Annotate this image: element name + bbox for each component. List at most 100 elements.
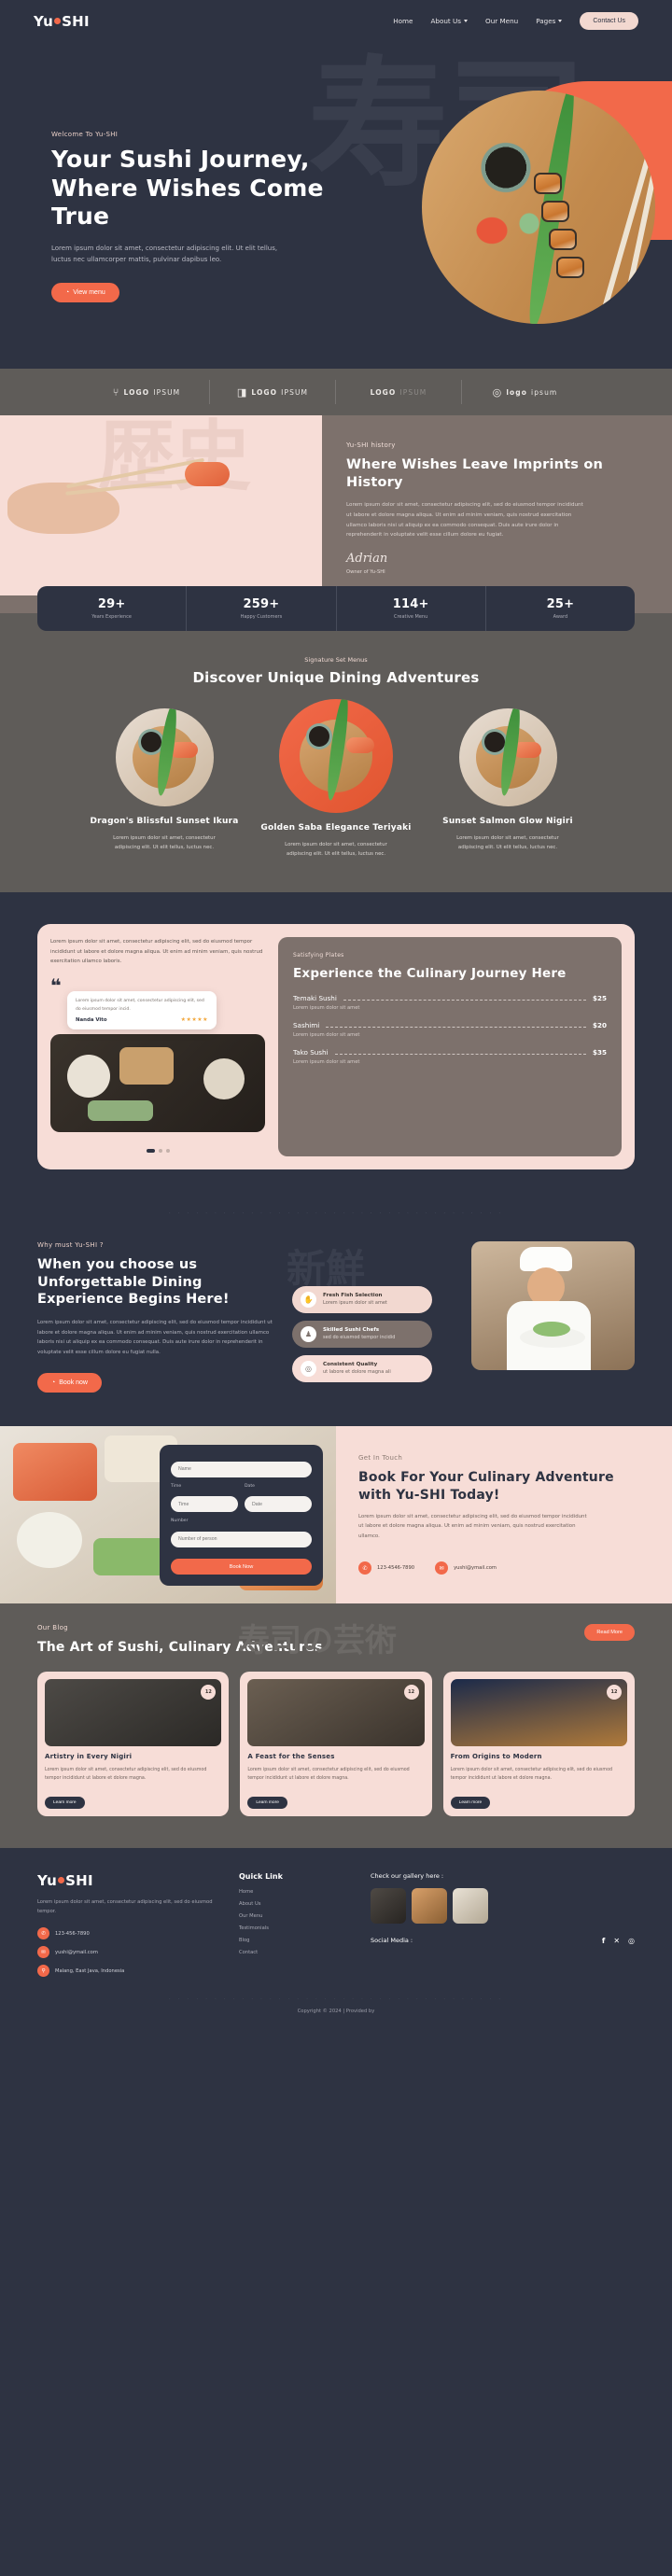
logo-text-pre: Yu [34, 12, 54, 30]
read-more-button[interactable]: Read More [584, 1624, 635, 1642]
social-heading: Social Media : [371, 1937, 413, 1945]
sushi-roll [549, 229, 577, 250]
blog-card-image: 12 [247, 1678, 425, 1746]
history-paragraph: Lorem ipsum dolor sit amet, consectetur … [346, 501, 583, 539]
date-input[interactable] [245, 1496, 312, 1513]
blog-card[interactable]: 12 A Feast for the Senses Lorem ipsum do… [240, 1671, 432, 1816]
footer-logo[interactable]: Yu SHI [37, 1872, 215, 1889]
experience-card: Lorem ipsum dolor sit amet, consectetur … [37, 924, 635, 1169]
hero-sushi-platter-image [422, 91, 655, 324]
partner-logo: ◎ logo ipsum [462, 380, 588, 404]
date-label: Date [245, 1483, 255, 1489]
footer-link-contact[interactable]: Contact [239, 1950, 346, 1955]
email-contact[interactable]: ✉ yushi@ymail.com [435, 1561, 497, 1575]
stat-item: 25+ Award [486, 586, 635, 631]
bowl-shape [17, 1512, 82, 1569]
instagram-icon[interactable]: ◎ [628, 1937, 635, 1945]
nav-item-menu[interactable]: Our Menu [485, 17, 518, 25]
footer-phone[interactable]: ✆ 123-456-7890 [37, 1927, 215, 1940]
carousel-dots[interactable] [50, 1139, 265, 1156]
price-row: Tako Sushi $35 Lorem ipsum dolor sit amet [293, 1048, 607, 1065]
carousel-dot[interactable] [158, 1148, 162, 1153]
feature-pill: ♟ Skilled Sushi Chefs sed do eiusmod temp… [292, 1320, 432, 1348]
footer-email[interactable]: ✉ yushi@ymail.com [37, 1946, 215, 1959]
number-of-person-input[interactable] [171, 1531, 312, 1547]
dotted-leader [334, 1053, 586, 1055]
play-icon: ◔ [65, 289, 70, 297]
partner-logo: ◨ LOGO IPSUM [210, 380, 336, 404]
contact-us-button[interactable]: Contact Us [580, 12, 638, 30]
menu-card-image [458, 708, 557, 806]
menu-title: Discover Unique Dining Adventures [192, 669, 480, 686]
phone-contact[interactable]: ✆ 123-4546-7890 [358, 1561, 414, 1575]
nav-item-about[interactable]: About Us [430, 17, 469, 25]
dotted-leader [343, 999, 586, 1001]
menu-card[interactable]: Dragon's Blissful Sunset Ikura Lorem ips… [85, 708, 244, 859]
booking-eyebrow: Get In Touch [358, 1454, 403, 1463]
footer-link-about[interactable]: About Us [239, 1901, 346, 1907]
why-choose-us-section: Why must Yu-SHI ? When you choose us Unf… [0, 1225, 672, 1427]
hero-title: Your Sushi Journey, Where Wishes Come Tr… [51, 146, 324, 230]
book-now-submit-button[interactable]: Book Now [171, 1559, 312, 1575]
menu-card[interactable]: Sunset Salmon Glow Nigiri Lorem ipsum do… [428, 708, 587, 859]
learn-more-button[interactable]: Learn more [45, 1796, 85, 1809]
dotted-leader [326, 1026, 586, 1028]
logo-text-pre: Yu [37, 1871, 58, 1889]
site-logo[interactable]: Yu SHI [34, 13, 90, 30]
greens-shape [93, 1538, 168, 1576]
nav-item-home[interactable]: Home [393, 17, 413, 25]
blog-card-title: Artistry in Every Nigiri [45, 1752, 133, 1760]
stat-number: 29+ [97, 597, 126, 611]
book-now-button[interactable]: ◔ Book now [37, 1373, 102, 1393]
blog-card[interactable]: 12 Artistry in Every Nigiri Lorem ipsum … [37, 1671, 230, 1816]
stat-label: Award [553, 614, 568, 620]
learn-more-button[interactable]: Learn more [247, 1796, 287, 1809]
footer-link-menu[interactable]: Our Menu [239, 1913, 346, 1919]
twitter-x-icon[interactable]: ✕ [613, 1937, 620, 1945]
why-visual: 新鮮 ✋ Fresh Fish Selection Lorem ipsum dol… [287, 1240, 635, 1393]
menu-card-title: Sunset Salmon Glow Nigiri [442, 817, 573, 826]
greens-shape [533, 1321, 570, 1337]
feature-sub: sed do eiusmod tempor incidid [323, 1335, 396, 1341]
view-menu-button[interactable]: ◔ View menu [51, 283, 119, 303]
logo-text-post: SHI [62, 12, 90, 30]
name-input[interactable] [171, 1461, 312, 1477]
menu-card-title: Dragon's Blissful Sunset Ikura [90, 817, 239, 826]
stat-item: 114+ Creative Menu [337, 586, 486, 631]
blog-card-text: Lorem ipsum dolor sit amet, consectetur … [45, 1767, 207, 1781]
stat-label: Years Experience [91, 614, 132, 620]
site-footer: Yu SHI Lorem ipsum dolor sit amet, consec… [0, 1847, 672, 1984]
carousel-dot[interactable] [165, 1148, 170, 1153]
location-pin-icon: ⚲ [37, 1965, 49, 1978]
mail-icon: ✉ [37, 1946, 49, 1959]
footer-link-home[interactable]: Home [239, 1889, 346, 1895]
phone-icon: ✆ [37, 1927, 49, 1940]
gallery-thumb[interactable] [371, 1887, 406, 1924]
footer-address[interactable]: ⚲ Malang, East Java, Indonesia [37, 1965, 215, 1978]
owner-signature: Adrian Owner of Yu-SHI [346, 552, 650, 575]
partner-logo: LOGO IPSUM [336, 380, 462, 404]
blog-card-image: 12 [450, 1678, 627, 1746]
menu-card[interactable]: Golden Saba Elegance Teriyaki Lorem ipsu… [257, 699, 415, 859]
footer-email-text: yushi@ymail.com [55, 1949, 98, 1955]
sushi-shape [13, 1443, 97, 1502]
learn-more-button[interactable]: Learn more [450, 1796, 491, 1809]
facebook-icon[interactable]: f [602, 1937, 605, 1945]
blog-card[interactable]: 12 From Origins to Modern Lorem ipsum do… [442, 1671, 635, 1816]
time-input[interactable] [171, 1496, 238, 1513]
footer-gallery-column: Check our gallery here : Social Media : … [371, 1872, 635, 1983]
footer-link-blog[interactable]: Blog [239, 1938, 346, 1943]
footer-link-testimonials[interactable]: Testimonials [239, 1925, 346, 1931]
carousel-dot-active[interactable] [146, 1148, 155, 1153]
date-badge: 12 [201, 1684, 217, 1700]
feature-pill: ✋ Fresh Fish Selection Lorem ipsum dolor … [292, 1285, 432, 1313]
decorative-dot-divider: · · · · · · · · · · · · · · · · · · · · … [0, 1206, 672, 1226]
site-header: Yu SHI Home About Us Our Menu Pages Conta… [0, 0, 672, 42]
stat-number: 114+ [392, 597, 429, 611]
gallery-thumb[interactable] [412, 1887, 447, 1924]
gallery-thumb[interactable] [453, 1887, 488, 1924]
nav-item-pages[interactable]: Pages [536, 17, 563, 25]
price-item-sub: Lorem ipsum dolor sit amet [293, 1031, 360, 1038]
feature-sub: ut labore et dolore magna ali [323, 1369, 391, 1376]
number-label: Number [171, 1519, 189, 1524]
